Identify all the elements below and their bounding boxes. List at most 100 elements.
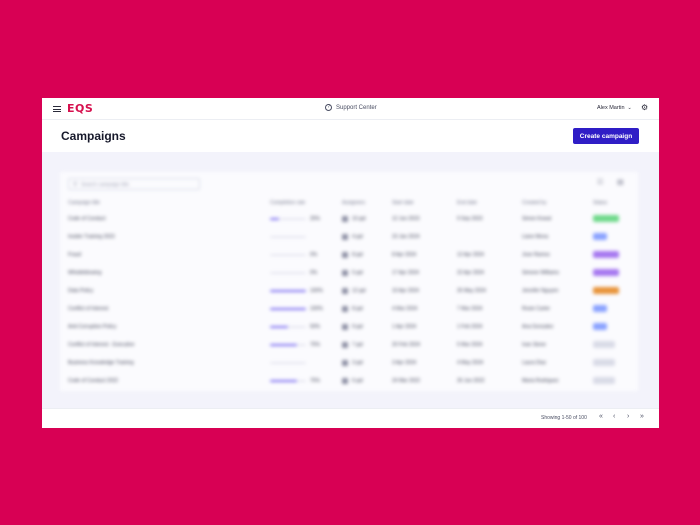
- status-badge: Active: [593, 215, 619, 222]
- search-icon: ⚲: [73, 182, 78, 188]
- status-badge: Done: [593, 323, 607, 330]
- column-header-start[interactable]: Start date: [392, 200, 414, 206]
- page-header: Campaigns Create campaign: [42, 120, 659, 152]
- columns-icon[interactable]: ▤: [617, 178, 625, 186]
- table-row[interactable]: Conflict of Interest - Executive 75% 7 ppl…: [60, 336, 638, 354]
- page-title: Campaigns: [61, 129, 126, 143]
- first-page-icon[interactable]: «: [599, 413, 603, 420]
- top-bar: EQS ? Support Center Alex Martin ⌄ ⚙: [42, 98, 659, 120]
- logo[interactable]: EQS: [67, 102, 93, 115]
- assignees-count: 8 ppl: [352, 306, 363, 312]
- table-row[interactable]: Code of Conduct 25% 10 ppl 12 Jun 2023 9 Sep…: [60, 210, 638, 228]
- completion-percent: 75%: [310, 342, 321, 348]
- table-row[interactable]: Conflict of Interest 100% 8 ppl 4 Mar 2024 7…: [60, 300, 638, 318]
- app-window: EQS ? Support Center Alex Martin ⌄ ⚙ Cam…: [42, 98, 659, 428]
- menu-icon[interactable]: [53, 106, 61, 112]
- column-header-status[interactable]: Status: [593, 200, 607, 206]
- assignees-count: 9 ppl: [352, 324, 363, 330]
- completion-bar: [270, 362, 306, 364]
- assignees-count: 6 ppl: [352, 378, 363, 384]
- status-badge: Scheduled: [593, 269, 619, 276]
- status-badge: Ended: [593, 341, 615, 348]
- end-date: 22 Apr 2024: [457, 270, 484, 276]
- table-row[interactable]: Code of Conduct 2022 75% 6 ppl 24 Mar 2022 2…: [60, 372, 638, 390]
- status-badge: Ended: [593, 359, 615, 366]
- assignees-count: 5 ppl: [352, 270, 363, 276]
- table-row[interactable]: Anti-Corruption Policy 50% 9 ppl 1 Apr 2024…: [60, 318, 638, 336]
- campaign-title: Anti-Corruption Policy: [68, 324, 117, 330]
- table-row[interactable]: Fraud 0% 8 ppl 8 Apr 2024 12 Apr 2024 Jose Ra…: [60, 246, 638, 264]
- user-icon: [342, 360, 348, 366]
- status-badge: Done: [593, 305, 607, 312]
- completion-percent: 0%: [310, 252, 318, 258]
- completion-bar: [270, 308, 306, 310]
- filter-icon[interactable]: ☷: [597, 178, 605, 186]
- completion-bar-fill: [270, 326, 288, 328]
- column-header-assignees[interactable]: Assignees: [342, 200, 365, 206]
- start-date: 24 Mar 2022: [392, 378, 421, 384]
- next-page-icon[interactable]: ›: [627, 413, 629, 420]
- user-icon: [342, 306, 348, 312]
- end-date: 26 May 2024: [457, 288, 486, 294]
- prev-page-icon[interactable]: ‹: [613, 413, 615, 420]
- column-header-completion[interactable]: Completion rate: [270, 200, 305, 206]
- campaigns-table: ⚲ Search campaign title ☷ ▤ Campaign tit…: [60, 172, 638, 391]
- completion-bar: [270, 236, 306, 238]
- user-icon: [342, 378, 348, 384]
- table-row[interactable]: Business Knowledge Training 3 ppl 3 Apr 20…: [60, 354, 638, 372]
- end-date: 12 Apr 2024: [457, 252, 484, 258]
- completion-bar: [270, 254, 306, 256]
- completion-bar-fill: [270, 344, 297, 346]
- created-by: Rosie Carter: [522, 306, 551, 312]
- search-placeholder: Search campaign title: [81, 182, 130, 188]
- assignees-count: 10 ppl: [352, 216, 366, 222]
- user-icon: [342, 270, 348, 276]
- column-header-title[interactable]: Campaign title: [68, 200, 100, 206]
- user-icon: [342, 234, 348, 240]
- user-menu[interactable]: Alex Martin ⌄: [597, 105, 632, 111]
- assignees-count: 12 ppl: [352, 288, 366, 294]
- pagination-summary: Showing 1-50 of 100: [541, 415, 587, 421]
- table-row[interactable]: Whistleblowing 0% 5 ppl 17 Apr 2024 22 Apr 2…: [60, 264, 638, 282]
- start-date: 3 Apr 2024: [392, 360, 417, 366]
- start-date: 1 Apr 2024: [392, 324, 417, 330]
- completion-bar: [270, 344, 306, 346]
- create-campaign-button[interactable]: Create campaign: [573, 128, 639, 144]
- table-row[interactable]: Data Policy 100% 12 ppl 10 Apr 2024 26 May 2…: [60, 282, 638, 300]
- last-page-icon[interactable]: »: [640, 413, 644, 420]
- created-by: Simone Williams: [522, 270, 559, 276]
- user-icon: [342, 324, 348, 330]
- start-date: 10 Apr 2024: [392, 288, 419, 294]
- created-by: Jose Ramos: [522, 252, 550, 258]
- completion-bar-fill: [270, 290, 306, 292]
- user-icon: [342, 288, 348, 294]
- pagination-footer: Showing 1-50 of 100 « ‹ › »: [42, 408, 659, 428]
- end-date: 1 Feb 2024: [457, 324, 483, 330]
- campaign-title: Code of Conduct: [68, 216, 106, 222]
- completion-percent: 100%: [310, 306, 323, 312]
- completion-bar-fill: [270, 218, 279, 220]
- table-row[interactable]: Insider Training 2023 4 ppl 23 Jan 2024 Lia…: [60, 228, 638, 246]
- gear-icon[interactable]: ⚙: [641, 104, 649, 112]
- end-date: 26 Jun 2022: [457, 378, 485, 384]
- completion-percent: 100%: [310, 288, 323, 294]
- created-by: Jennifer Nguyen: [522, 288, 559, 294]
- created-by: Ivan Stone: [522, 342, 546, 348]
- created-by: Liane Mona: [522, 234, 549, 240]
- created-by: Maria Rodriguez: [522, 378, 559, 384]
- support-center-link[interactable]: ? Support Center: [325, 104, 377, 111]
- assignees-count: 3 ppl: [352, 360, 363, 366]
- completion-percent: 0%: [310, 270, 318, 276]
- end-date: 5 Mar 2024: [457, 342, 483, 348]
- column-header-end[interactable]: End date: [457, 200, 477, 206]
- search-input[interactable]: ⚲ Search campaign title: [68, 178, 200, 190]
- end-date: 7 Mar 2024: [457, 306, 483, 312]
- start-date: 20 Feb 2024: [392, 342, 421, 348]
- user-icon: [342, 342, 348, 348]
- chevron-down-icon: ⌄: [627, 105, 632, 111]
- created-by: Simon Kowal: [522, 216, 552, 222]
- status-badge: Overdue: [593, 287, 619, 294]
- column-header-creator[interactable]: Created by: [522, 200, 546, 206]
- created-by: Ana Gonzalez: [522, 324, 554, 330]
- end-date: 4 May 2024: [457, 360, 484, 366]
